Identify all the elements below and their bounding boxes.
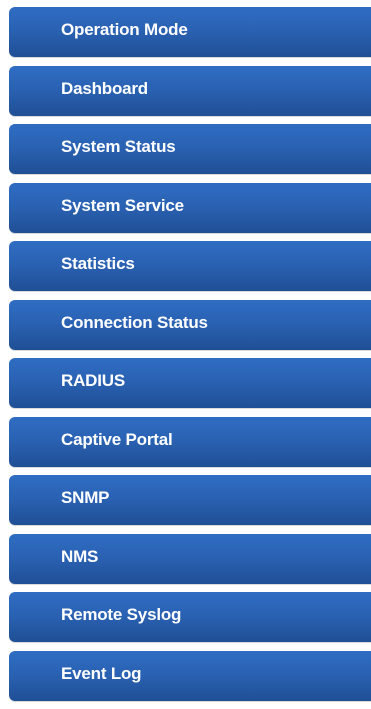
menu-item-system-status[interactable]: System Status — [9, 124, 371, 174]
menu-item-system-service[interactable]: System Service — [9, 182, 371, 233]
menu-item-dashboard[interactable]: Dashboard — [9, 65, 371, 116]
menu-item-radius[interactable]: RADIUS — [9, 358, 371, 408]
sidebar-menu: Operation Mode Dashboard System Status S… — [9, 7, 371, 709]
menu-item-connection-status[interactable]: Connection Status — [9, 299, 371, 350]
menu-item-event-log[interactable]: Event Log — [9, 650, 371, 701]
menu-item-nms[interactable]: NMS — [9, 533, 371, 584]
menu-item-snmp[interactable]: SNMP — [9, 475, 371, 525]
menu-item-statistics[interactable]: Statistics — [9, 241, 371, 291]
menu-item-captive-portal[interactable]: Captive Portal — [9, 416, 371, 467]
menu-item-operation-mode[interactable]: Operation Mode — [9, 7, 371, 57]
menu-item-remote-syslog[interactable]: Remote Syslog — [9, 592, 371, 642]
